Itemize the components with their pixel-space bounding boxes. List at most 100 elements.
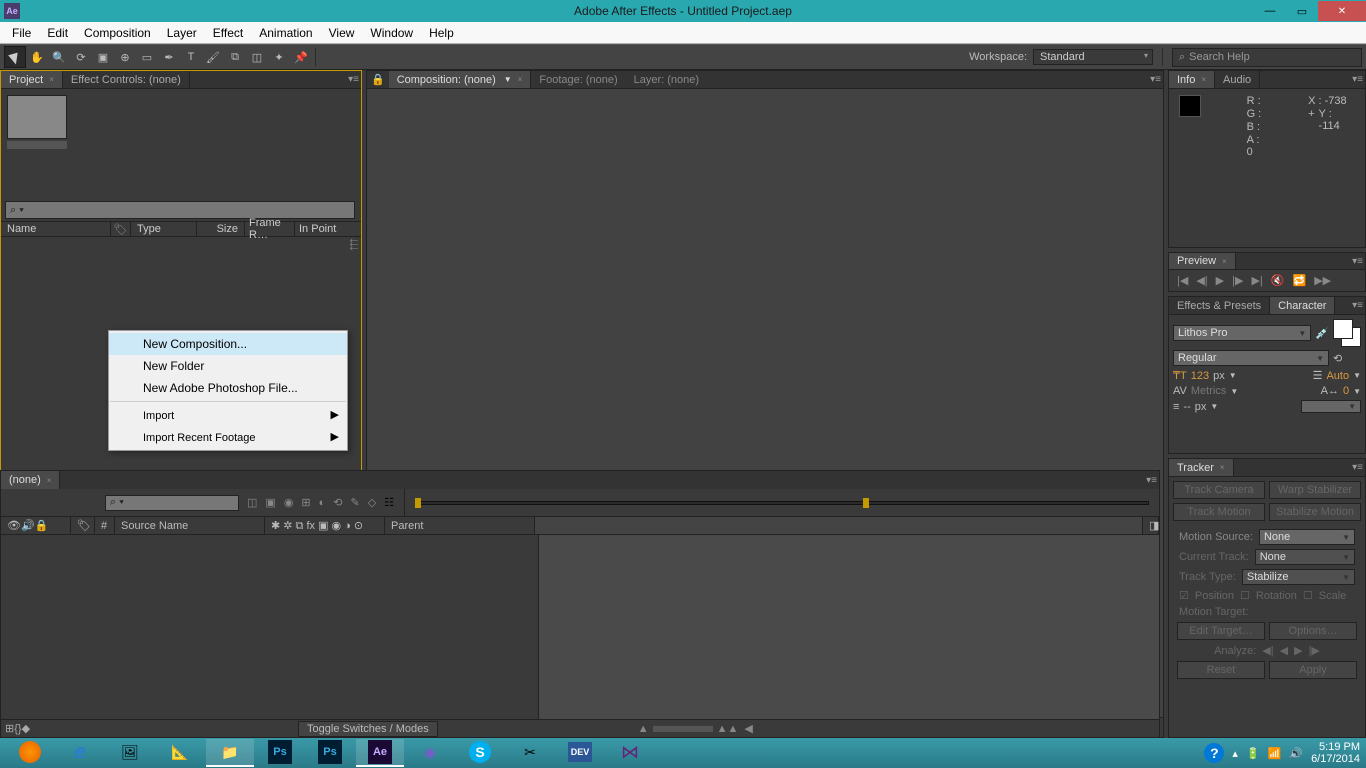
taskbar-explorer[interactable]: 📁: [206, 739, 254, 767]
stroke-style-dropdown[interactable]: ▼: [1301, 400, 1361, 413]
search-help-input[interactable]: ⌕ Search Help: [1172, 48, 1362, 67]
warp-stabilizer-button[interactable]: Warp Stabilizer: [1269, 481, 1361, 499]
wifi-icon[interactable]: 📶: [1268, 747, 1282, 760]
analyze-back-all[interactable]: ◀|: [1262, 644, 1273, 657]
switches-col[interactable]: ✱ ✲ ⧉ fx ▣ ◉ ◑ ⊙: [265, 517, 385, 534]
taskbar-firefox[interactable]: [6, 739, 54, 767]
zoom-tool[interactable]: 🔍: [48, 46, 70, 68]
tab-layer[interactable]: Layer: (none): [626, 71, 707, 88]
tl-tool-3[interactable]: ◉: [284, 496, 294, 509]
position-checkbox[interactable]: ☑: [1179, 589, 1189, 602]
ctx-new-composition[interactable]: New Composition...: [109, 333, 347, 355]
flowchart-icon[interactable]: ⬱: [347, 239, 361, 253]
workspace-dropdown[interactable]: Standard: [1033, 49, 1153, 65]
analyze-back[interactable]: ◀: [1280, 644, 1288, 657]
reset-button[interactable]: Reset: [1177, 661, 1265, 679]
font-family-dropdown[interactable]: Lithos Pro▼: [1173, 325, 1311, 341]
menu-effect[interactable]: Effect: [205, 22, 251, 43]
close-icon[interactable]: ×: [49, 75, 54, 84]
av-toggles[interactable]: 👁🔊🔒: [1, 517, 71, 534]
tl-tool-5[interactable]: ◐: [319, 497, 326, 509]
timeline-search-input[interactable]: ⌕ ▾: [105, 495, 239, 511]
motion-source-dropdown[interactable]: None▼: [1259, 529, 1355, 545]
taskbar-app-1[interactable]: 🖼: [106, 739, 154, 767]
panel-menu-icon[interactable]: ▾≡: [1150, 74, 1161, 85]
taskbar-photoshop-1[interactable]: Ps: [256, 739, 304, 767]
col-type[interactable]: Type: [131, 222, 197, 236]
panel-menu-icon[interactable]: ▾≡: [1352, 74, 1363, 85]
taskbar-app-2[interactable]: ◉: [406, 739, 454, 767]
menu-view[interactable]: View: [321, 22, 363, 43]
font-size-value[interactable]: 123: [1191, 370, 1209, 382]
taskbar-devcpp[interactable]: DEV: [556, 739, 604, 767]
tl-foot-icon-1[interactable]: ⊞: [5, 722, 14, 735]
current-track-dropdown[interactable]: None▼: [1255, 549, 1355, 565]
menu-edit[interactable]: Edit: [39, 22, 76, 43]
battery-icon[interactable]: 🔋: [1246, 747, 1260, 760]
brush-tool[interactable]: 🖌: [202, 46, 224, 68]
eraser-tool[interactable]: ◫: [246, 46, 268, 68]
tl-foot-icon-2[interactable]: {}: [14, 723, 21, 735]
kerning-value[interactable]: Metrics: [1191, 385, 1226, 397]
pan-behind-tool[interactable]: ⊕: [114, 46, 136, 68]
puppet-tool[interactable]: 📌: [290, 46, 312, 68]
first-frame-button[interactable]: |◀: [1177, 274, 1188, 287]
taskbar-matlab[interactable]: 📐: [156, 739, 204, 767]
panel-menu-icon[interactable]: ▾≡: [1352, 300, 1363, 311]
clone-tool[interactable]: ⧉: [224, 46, 246, 68]
camera-tool[interactable]: ▣: [92, 46, 114, 68]
num-col[interactable]: #: [95, 517, 115, 534]
work-area-end[interactable]: [863, 498, 869, 508]
zoom-slider[interactable]: [653, 726, 713, 732]
source-name-col[interactable]: Source Name: [115, 517, 265, 534]
tracking-value[interactable]: 0: [1343, 385, 1349, 397]
tl-tool-2[interactable]: ▣: [265, 496, 275, 509]
taskbar-photoshop-2[interactable]: Ps: [306, 739, 354, 767]
apply-button[interactable]: Apply: [1269, 661, 1357, 679]
swap-colors-icon[interactable]: ⟲: [1333, 352, 1361, 365]
panel-menu-icon[interactable]: ▾≡: [348, 74, 359, 85]
stabilize-motion-button[interactable]: Stabilize Motion: [1269, 503, 1361, 521]
label-col[interactable]: 🏷: [71, 517, 95, 534]
tab-composition[interactable]: Composition: (none)▼×: [389, 71, 532, 88]
scale-checkbox[interactable]: ☐: [1303, 589, 1313, 602]
col-size[interactable]: Size: [197, 222, 245, 236]
help-icon[interactable]: ?: [1204, 743, 1224, 763]
track-motion-button[interactable]: Track Motion: [1173, 503, 1265, 521]
font-style-dropdown[interactable]: Regular▼: [1173, 350, 1329, 366]
analyze-fwd-all[interactable]: |▶: [1309, 644, 1320, 657]
taskbar-snipping-tool[interactable]: ✂: [506, 739, 554, 767]
ctx-import-recent[interactable]: Import Recent Footage▶: [109, 426, 347, 448]
rotation-tool[interactable]: ⟳: [70, 46, 92, 68]
last-frame-button[interactable]: ▶|: [1251, 274, 1262, 287]
panel-menu-icon[interactable]: ▾≡: [1352, 462, 1363, 473]
track-camera-button[interactable]: Track Camera: [1173, 481, 1265, 499]
col-inpoint[interactable]: In Point: [295, 222, 361, 236]
tab-tracker[interactable]: Tracker×: [1169, 459, 1234, 476]
roto-tool[interactable]: ✦: [268, 46, 290, 68]
tab-character[interactable]: Character: [1270, 297, 1335, 314]
rotation-checkbox[interactable]: ☐: [1240, 589, 1250, 602]
col-name[interactable]: Name: [1, 222, 111, 236]
timeline-graph-area[interactable]: [539, 535, 1159, 719]
menu-help[interactable]: Help: [421, 22, 462, 43]
tab-footage[interactable]: Footage: (none): [531, 71, 625, 88]
taskbar-skype[interactable]: S: [456, 739, 504, 767]
work-area-start[interactable]: [415, 498, 421, 508]
edit-target-button[interactable]: Edit Target…: [1177, 622, 1265, 640]
tab-audio[interactable]: Audio: [1215, 71, 1260, 88]
lock-icon[interactable]: 🔒: [367, 73, 389, 86]
clock-date[interactable]: 6/17/2014: [1311, 753, 1360, 765]
hscroll-left[interactable]: ◀: [744, 722, 752, 735]
menu-layer[interactable]: Layer: [159, 22, 205, 43]
tab-effect-controls[interactable]: Effect Controls: (none): [63, 71, 190, 88]
project-search-input[interactable]: ⌕ ▾: [5, 201, 355, 219]
hand-tool[interactable]: ✋: [26, 46, 48, 68]
ram-preview-button[interactable]: ▶▶: [1314, 274, 1331, 287]
prev-frame-button[interactable]: ◀|: [1196, 274, 1207, 287]
volume-icon[interactable]: 🔊: [1289, 747, 1303, 760]
timeline-ruler[interactable]: [535, 517, 1143, 534]
analyze-fwd[interactable]: ▶: [1294, 644, 1302, 657]
taskbar-after-effects[interactable]: Ae: [356, 739, 404, 767]
ctx-new-photoshop-file[interactable]: New Adobe Photoshop File...: [109, 377, 347, 399]
